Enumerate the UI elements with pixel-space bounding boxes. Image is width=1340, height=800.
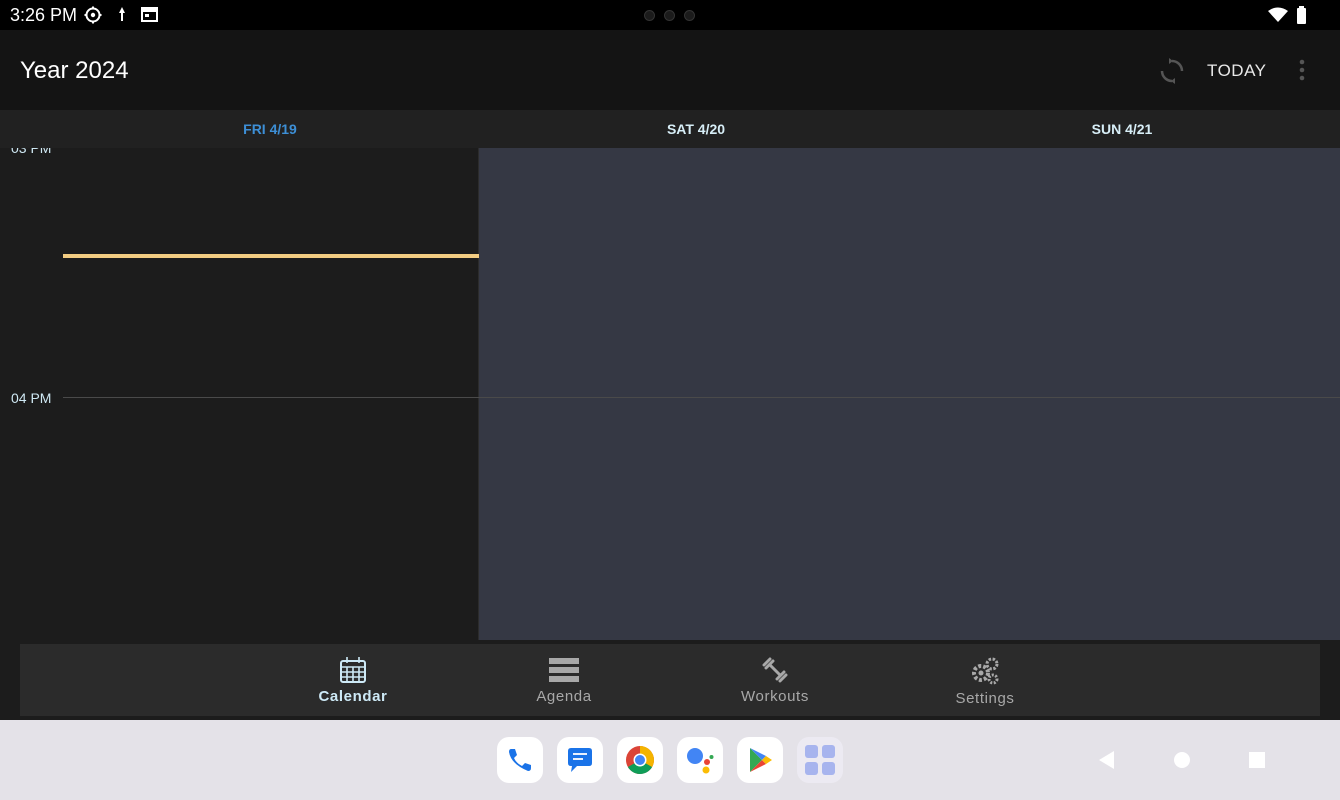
nav-workouts-label: Workouts [741,688,809,705]
taskbar [0,720,1340,800]
messages-app[interactable] [557,737,603,783]
settings-gear-icon [84,6,104,24]
more-options-button[interactable] [1296,57,1308,85]
calendar-icon [340,657,366,683]
future-days-area[interactable] [479,148,1340,640]
today-button[interactable]: TODAY [1207,61,1267,81]
chrome-icon [626,746,654,774]
hour-label-3pm: 03 PM [11,148,52,156]
play-store-app[interactable] [737,737,783,783]
day-header-fri[interactable]: FRI 4/19 [170,121,370,137]
hour-line-4pm [63,397,1340,398]
page-title: Year 2024 [20,57,129,84]
back-icon[interactable] [1097,750,1115,770]
nav-workouts[interactable]: Workouts [715,656,835,714]
nav-calendar-label: Calendar [318,688,388,705]
app-bar: Year 2024 TODAY [0,30,1340,110]
agenda-icon [549,658,579,682]
messages-icon [568,748,592,772]
more-vert-icon [1299,59,1305,81]
day-header-sun[interactable]: SUN 4/21 [1022,121,1222,137]
recents-icon[interactable] [1248,750,1266,770]
notification-icon [112,6,132,24]
home-icon[interactable] [1173,750,1191,770]
nav-agenda[interactable]: Agenda [504,656,624,714]
camera-cutout [644,10,695,21]
current-time-indicator [63,254,479,258]
battery-icon [1296,6,1308,29]
sync-button[interactable] [1157,56,1187,86]
hour-label-4pm: 04 PM [11,390,52,406]
bottom-nav: Calendar Agenda Workouts Settings [20,644,1320,716]
chrome-app[interactable] [617,737,663,783]
status-bar: 3:26 PM [0,0,1340,30]
sync-icon [1160,58,1184,84]
phone-icon [509,749,531,771]
column-divider [478,148,479,640]
assistant-app[interactable] [677,737,723,783]
dumbbell-icon [762,657,788,683]
nav-calendar[interactable]: Calendar [293,656,413,714]
calendar-icon [140,6,160,24]
status-time: 3:26 PM [10,5,78,25]
calendar-grid[interactable]: 03 PM 04 PM [0,148,1340,640]
nav-settings[interactable]: Settings [925,656,1045,714]
settings-icon [972,657,999,685]
app-drawer-button[interactable] [797,737,843,783]
phone-app[interactable] [497,737,543,783]
wifi-icon [1268,7,1288,28]
day-header-sat[interactable]: SAT 4/20 [596,121,796,137]
assistant-icon [687,748,714,774]
day-header: FRI 4/19 SAT 4/20 SUN 4/21 [0,110,1340,148]
bottom-nav-container: Calendar Agenda Workouts Settings [0,640,1340,720]
nav-agenda-label: Agenda [536,688,592,705]
play-store-icon [750,748,772,772]
app-drawer-icon [805,745,835,775]
nav-settings-label: Settings [955,690,1015,707]
